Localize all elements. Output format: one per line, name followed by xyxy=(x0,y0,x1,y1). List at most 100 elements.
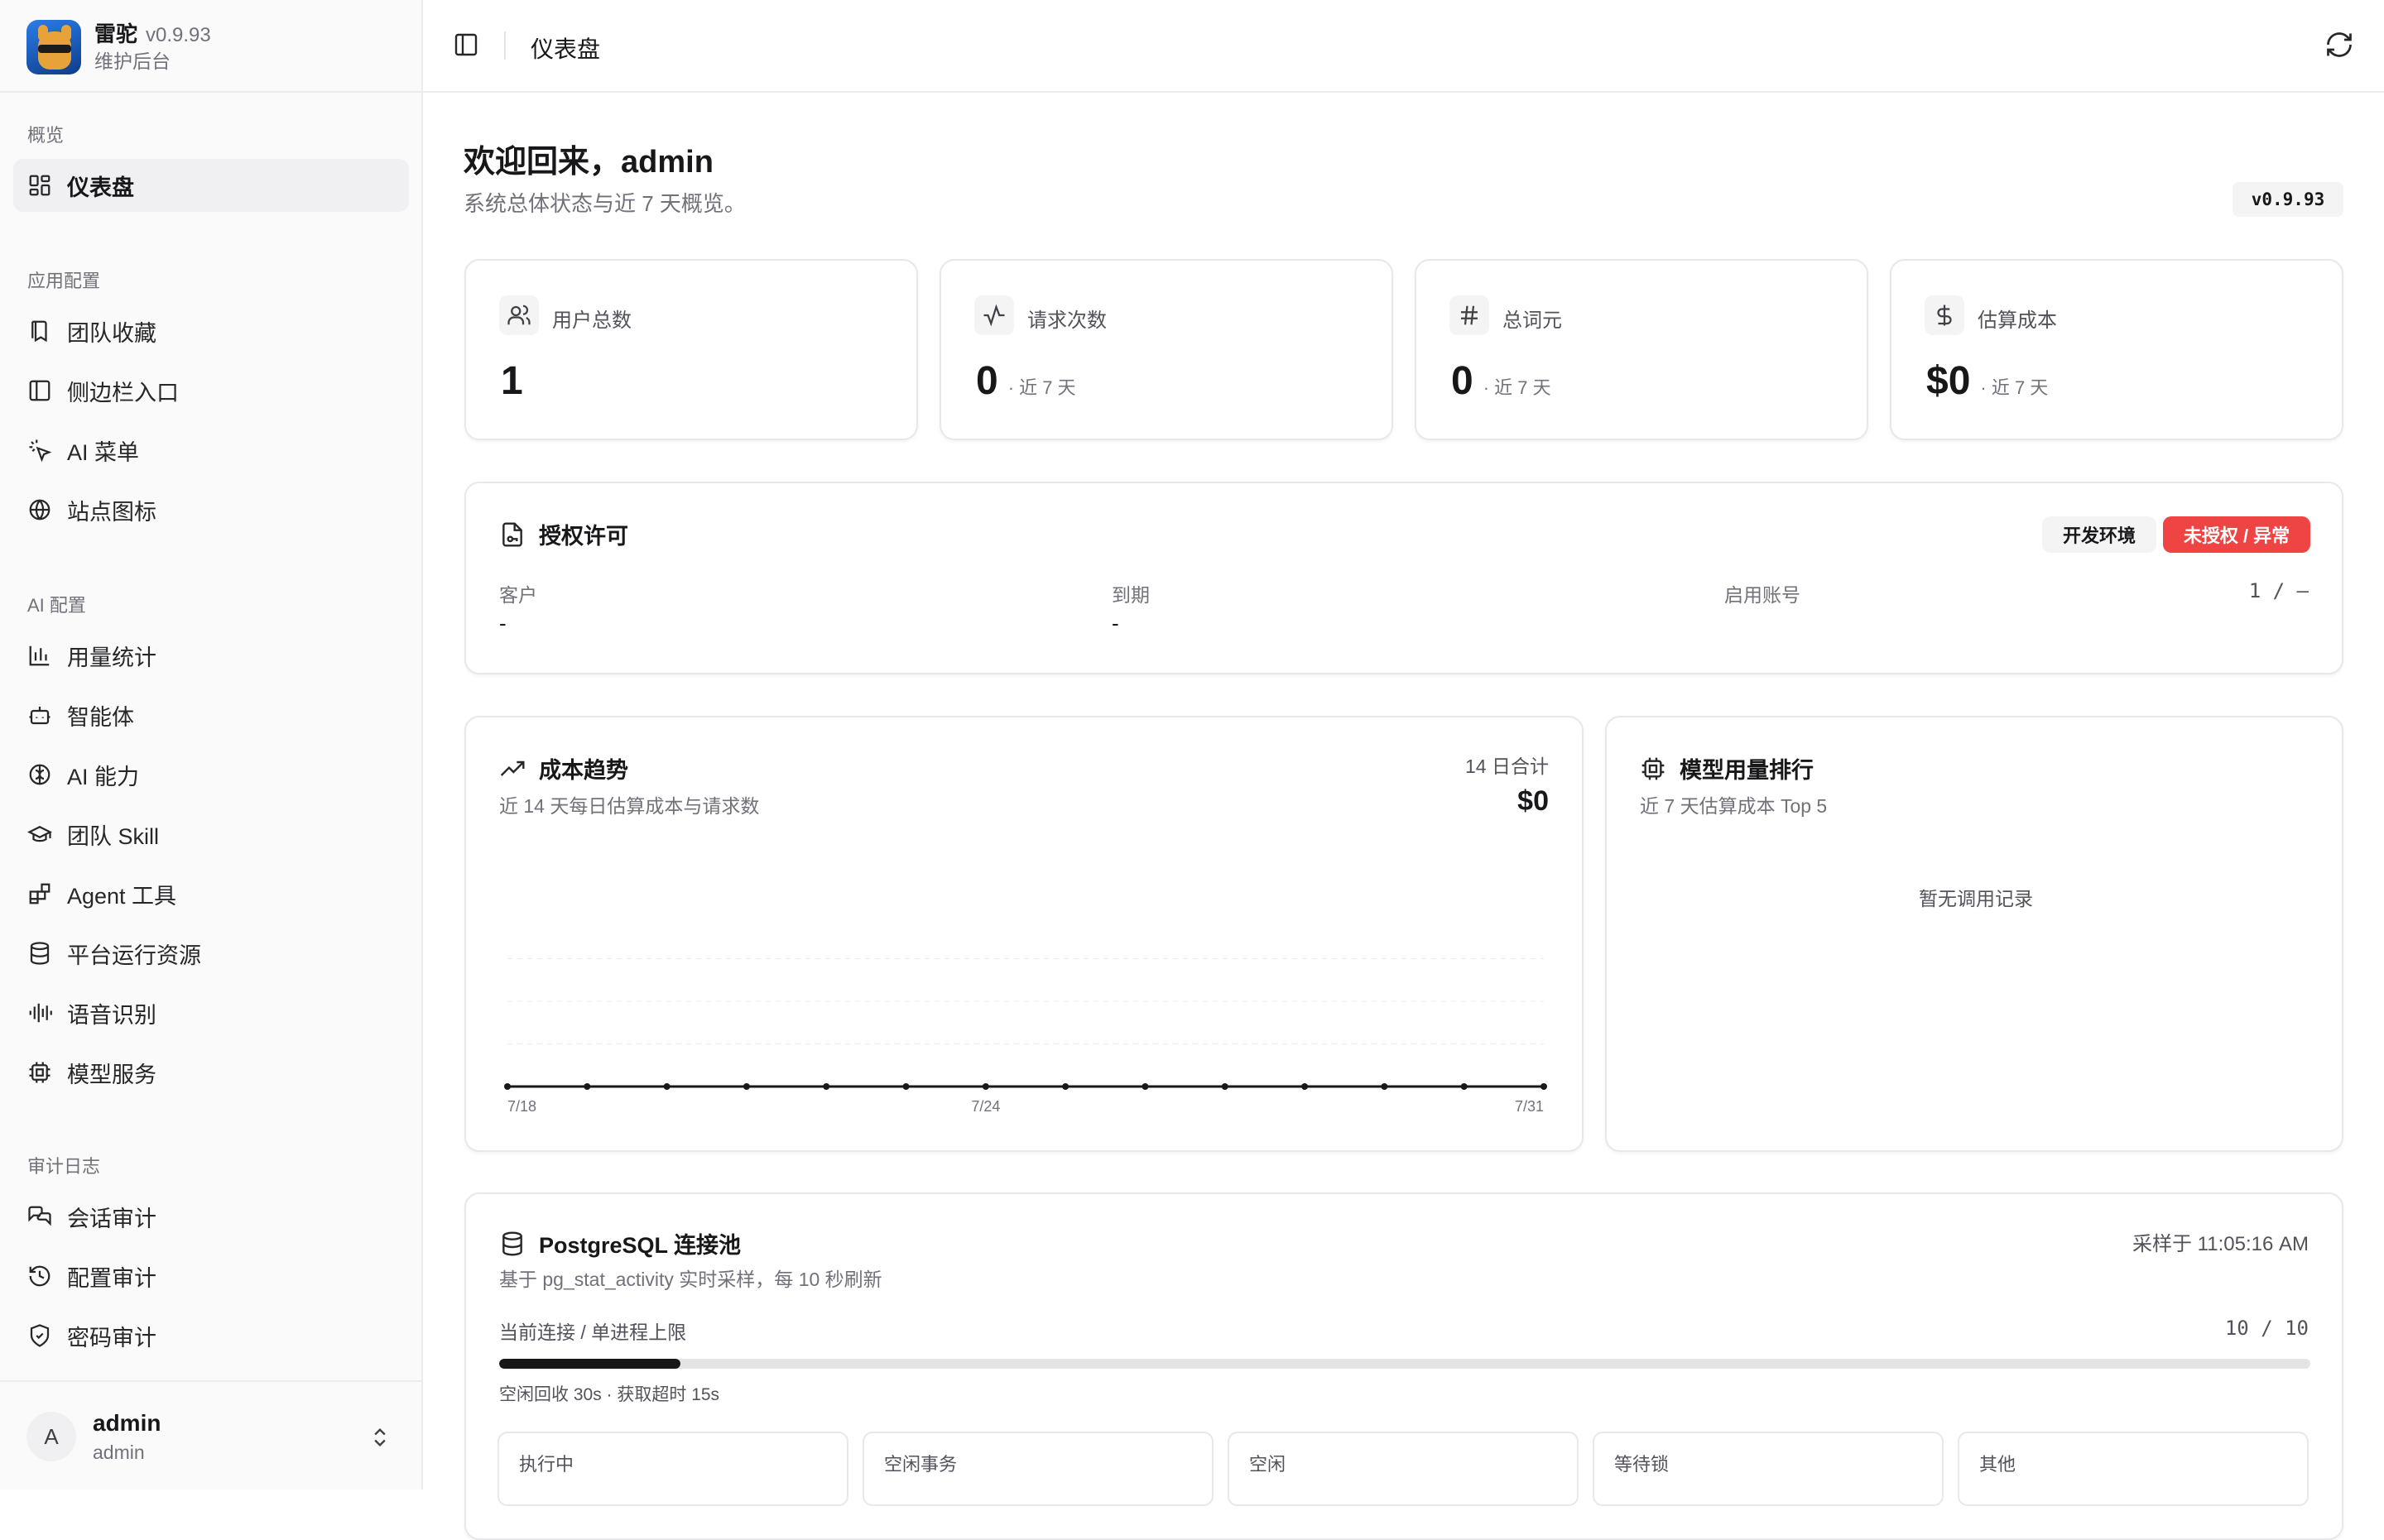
expiry-label: 到期 xyxy=(1112,584,1150,606)
stat-value: $0 xyxy=(1926,359,1971,403)
model-rank-title: 模型用量排行 xyxy=(1640,752,1814,784)
bookmark-icon xyxy=(31,320,47,343)
connection-progress-fill xyxy=(499,1359,680,1369)
sidebar-item-label: 模型服务 xyxy=(67,1062,156,1087)
sidebar-item-ai-menu[interactable]: AI 菜单 xyxy=(13,424,409,477)
customer-label: 客户 xyxy=(499,584,537,606)
x-tick-label: 7/18 xyxy=(507,1098,536,1115)
sidebar-item-team-favorites[interactable]: 团队收藏 xyxy=(13,305,409,357)
topbar: 仪表盘 xyxy=(423,0,2384,93)
stat-value: 1 xyxy=(501,359,523,403)
accounts-value: 1 / – xyxy=(2248,579,2309,602)
cost-trend-title: 成本趋势 xyxy=(499,752,628,784)
bot-icon xyxy=(29,707,50,725)
sidebar-item-agent-tools[interactable]: Agent 工具 xyxy=(13,867,409,920)
sidebar-item-label: AI 能力 xyxy=(67,764,140,789)
app-name: 雷驼 xyxy=(94,22,138,47)
chevrons-up-down-icon[interactable] xyxy=(368,1425,392,1450)
welcome-title: 欢迎回来，admin xyxy=(464,145,714,180)
sidebar-item-dashboard[interactable]: 仪表盘 xyxy=(13,159,409,212)
audio-lines-icon xyxy=(29,1003,52,1023)
activity-icon xyxy=(983,304,1005,327)
sidebar-item-speech[interactable]: 语音识别 xyxy=(13,986,409,1039)
database-icon xyxy=(502,1231,522,1256)
pool-box-waiting-lock: 等待锁 xyxy=(1593,1432,1944,1506)
sidebar-item-agents[interactable]: 智能体 xyxy=(13,688,409,741)
stat-card-users: 用户总数 1 xyxy=(464,259,918,440)
cost-trend-card: 成本趋势 近 14 天每日估算成本与请求数 14 日合计 $0 7/18 7/24… xyxy=(464,716,1584,1152)
pool-box-active: 执行中 xyxy=(497,1432,848,1506)
empty-state: 暂无调用记录 xyxy=(1919,888,2033,909)
hash-icon xyxy=(1461,305,1478,325)
section-label-overview: 概览 xyxy=(27,125,65,146)
pool-box-idle-in-tx: 空闲事务 xyxy=(863,1432,1214,1506)
stat-suffix: · 近 7 天 xyxy=(1483,377,1551,398)
data-point xyxy=(1381,1083,1388,1090)
blocks-icon xyxy=(29,883,50,904)
env-badge: 开发环境 xyxy=(2042,516,2156,553)
expiry-value: - xyxy=(1112,611,1119,636)
sidebar-item-ai-capability[interactable]: AI 能力 xyxy=(13,748,409,801)
sidebar-toggle-icon[interactable] xyxy=(453,31,479,58)
pg-pool-subtitle: 基于 pg_stat_activity 实时采样，每 10 秒刷新 xyxy=(499,1269,882,1290)
users-icon xyxy=(507,305,531,325)
brain-icon xyxy=(29,764,50,785)
stat-value: 0 xyxy=(976,359,998,403)
history-icon xyxy=(29,1265,50,1287)
file-key-icon xyxy=(502,521,522,547)
current-value: 10 / 10 xyxy=(2224,1317,2309,1340)
sidebar-item-model-service[interactable]: 模型服务 xyxy=(13,1046,409,1099)
sidebar-item-label: 侧边栏入口 xyxy=(67,380,179,405)
data-point xyxy=(1460,1083,1468,1090)
stat-card-cost: 估算成本 $0 · 近 7 天 xyxy=(1890,259,2343,440)
sidebar-item-platform-resources[interactable]: 平台运行资源 xyxy=(13,927,409,980)
data-point xyxy=(1540,1083,1547,1090)
status-badge: 未授权 / 异常 xyxy=(2163,516,2310,553)
sidebar-item-label: 团队收藏 xyxy=(67,320,156,346)
page-title: 仪表盘 xyxy=(531,36,601,62)
sidebar-item-label: 平台运行资源 xyxy=(67,943,201,968)
sidebar-item-label: 密码审计 xyxy=(67,1325,156,1350)
sidebar-item-label: 会话审计 xyxy=(67,1206,156,1231)
data-point xyxy=(982,1083,989,1090)
data-point xyxy=(823,1083,830,1090)
sidebar-item-label: 用量统计 xyxy=(67,645,156,670)
section-label-ai-config: AI 配置 xyxy=(27,595,86,616)
data-point xyxy=(1142,1083,1149,1090)
pool-footnote: 空闲回收 30s · 获取超时 15s xyxy=(499,1385,720,1404)
license-card: 授权许可 开发环境 未授权 / 异常 客户 - 到期 - 启用账号 1 / – xyxy=(464,482,2343,674)
cpu-icon xyxy=(1641,757,1665,780)
bar-chart-icon xyxy=(29,645,50,666)
total-label: 14 日合计 xyxy=(1465,756,1549,777)
stat-label: 请求次数 xyxy=(1027,309,1107,332)
database-icon xyxy=(30,942,50,965)
connection-progress xyxy=(499,1359,2310,1369)
total-value: $0 xyxy=(1517,785,1549,817)
stat-suffix: · 近 7 天 xyxy=(1980,377,2049,398)
app-logo xyxy=(26,20,81,74)
pg-pool-title: PostgreSQL 连接池 xyxy=(499,1227,741,1259)
sidebar-item-team-skill[interactable]: 团队 Skill xyxy=(13,808,409,861)
cost-trend-subtitle: 近 14 天每日估算成本与请求数 xyxy=(499,795,760,817)
sidebar-item-label: 语音识别 xyxy=(67,1002,156,1028)
avatar: A xyxy=(26,1412,76,1461)
sidebar-item-sidebar-entry[interactable]: 侧边栏入口 xyxy=(13,364,409,417)
sidebar-item-config-audit[interactable]: 配置审计 xyxy=(13,1250,409,1303)
refresh-icon[interactable] xyxy=(2324,30,2354,60)
brand[interactable]: 雷驼 v0.9.93 维护后台 xyxy=(26,18,211,76)
sidebar-item-session-audit[interactable]: 会话审计 xyxy=(13,1190,409,1243)
version-badge: v0.9.93 xyxy=(2233,182,2343,217)
sidebar-item-password-audit[interactable]: 密码审计 xyxy=(13,1309,409,1362)
sidebar-item-label: AI 菜单 xyxy=(67,439,140,465)
sidebar-item-usage[interactable]: 用量统计 xyxy=(13,629,409,682)
accounts-label: 启用账号 xyxy=(1724,584,1800,606)
data-point xyxy=(902,1083,910,1090)
app-version: v0.9.93 xyxy=(146,24,211,47)
stat-label: 用户总数 xyxy=(552,309,632,332)
sidebar-item-site-icon[interactable]: 站点图标 xyxy=(13,483,409,536)
user-name: admin xyxy=(93,1410,161,1436)
dollar-icon xyxy=(1937,305,1952,326)
stat-label: 总词元 xyxy=(1502,309,1562,332)
welcome-subtitle: 系统总体状态与近 7 天概览。 xyxy=(464,191,746,216)
user-menu[interactable]: A admin admin xyxy=(0,1380,423,1490)
